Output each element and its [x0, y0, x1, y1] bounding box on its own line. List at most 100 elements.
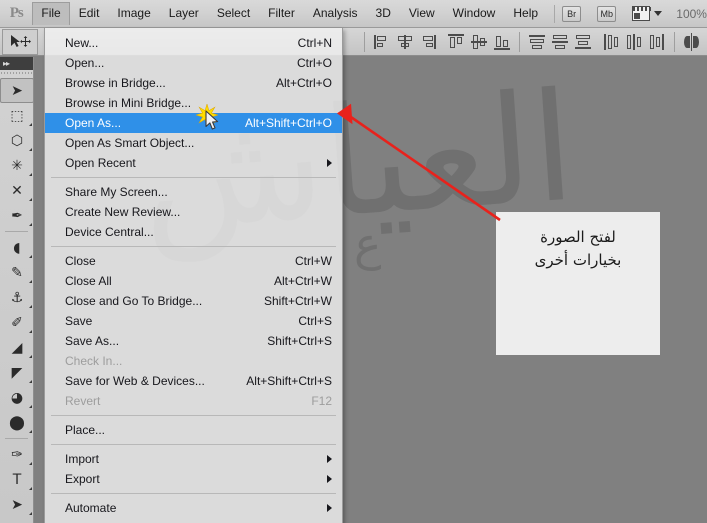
- tool-brush-tool[interactable]: ✎: [0, 260, 34, 285]
- tool-horizontal-type-tool[interactable]: T: [0, 467, 34, 492]
- menubar-item-image[interactable]: Image: [108, 2, 159, 25]
- menu-item-close-all[interactable]: Close All Alt+Ctrl+W: [45, 271, 342, 291]
- menubar-item-window[interactable]: Window: [444, 2, 505, 25]
- options-divider-1: [364, 31, 365, 52]
- tool-gradient-tool[interactable]: ◤: [0, 360, 34, 385]
- spot-healing-brush-icon: ◖: [13, 239, 21, 256]
- file-menu-dropdown[interactable]: New... Ctrl+N Open... Ctrl+O Browse in Bridg…: [44, 28, 343, 523]
- menu-item-open-as[interactable]: Open As... Alt+Shift+Ctrl+O: [45, 113, 342, 133]
- menu-item-share-my-screen[interactable]: Share My Screen...: [45, 182, 342, 202]
- menu-item-open-recent[interactable]: Open Recent: [45, 153, 342, 173]
- distribute-horizontal-centers-icon[interactable]: [625, 33, 643, 51]
- align-right-edges-icon[interactable]: [419, 33, 437, 51]
- submenu-arrow-icon: [327, 455, 332, 463]
- align-left-edges-icon[interactable]: [373, 33, 391, 51]
- menu-item-save-as[interactable]: Save As... Shift+Ctrl+S: [45, 331, 342, 351]
- menubar-item-analysis[interactable]: Analysis: [304, 2, 367, 25]
- menu-item-shortcut: Alt+Shift+Ctrl+O: [244, 116, 332, 130]
- menubar-item-edit[interactable]: Edit: [70, 2, 109, 25]
- menubar-item-layer[interactable]: Layer: [160, 2, 208, 25]
- menu-item-close-and-go-to-bridge[interactable]: Close and Go To Bridge... Shift+Ctrl+W: [45, 291, 342, 311]
- distribute-right-edges-icon[interactable]: [648, 33, 666, 51]
- menu-item-check-in[interactable]: Check In...: [45, 351, 342, 371]
- menu-item-export[interactable]: Export: [45, 469, 342, 489]
- submenu-arrow-icon: [327, 159, 332, 167]
- tool-crop-tool[interactable]: ✕: [0, 178, 34, 203]
- crop-tool-icon: ✕: [11, 182, 23, 199]
- tool-separator: [5, 231, 28, 232]
- menu-item-revert[interactable]: Revert F12: [45, 391, 342, 411]
- tool-dodge-tool[interactable]: ⬤: [0, 410, 34, 435]
- menubar-item-3d[interactable]: 3D: [367, 2, 400, 25]
- launch-bridge-button[interactable]: Br: [562, 5, 582, 22]
- menu-item-open-as-smart-object[interactable]: Open As Smart Object...: [45, 133, 342, 153]
- menu-item-device-central[interactable]: Device Central...: [45, 222, 342, 242]
- distribute-left-edges-icon[interactable]: [602, 33, 620, 51]
- tool-eraser-tool[interactable]: ◢: [0, 335, 34, 360]
- align-horizontal-centers-icon[interactable]: [396, 33, 414, 51]
- zoom-level-label: 100%: [676, 6, 707, 21]
- menubar-item-view[interactable]: View: [400, 2, 444, 25]
- menubar-item-file[interactable]: File: [32, 2, 70, 25]
- workspace-switcher[interactable]: [632, 6, 663, 21]
- tool-flyout-indicator-icon: [29, 512, 32, 515]
- tool-pen-tool[interactable]: ✑: [0, 442, 34, 467]
- tool-blur-tool[interactable]: ◕: [0, 385, 34, 410]
- menu-item-label: Close: [65, 254, 96, 268]
- align-top-edges-icon[interactable]: [447, 33, 465, 51]
- watermark-subtext: ع: [354, 217, 382, 271]
- menu-item-save[interactable]: Save Ctrl+S: [45, 311, 342, 331]
- pen-tool-icon: ✑: [11, 446, 23, 463]
- menu-item-label: Close All: [65, 274, 112, 288]
- launch-mini-bridge-button[interactable]: Mb: [597, 5, 617, 22]
- chevron-down-icon[interactable]: [654, 11, 663, 16]
- menu-item-browse-in-mini-bridge[interactable]: Browse in Mini Bridge...: [45, 93, 342, 113]
- menu-item-close[interactable]: Close Ctrl+W: [45, 251, 342, 271]
- photoshop-window: العياش ع Ps File Edit Image Layer Select Filt…: [0, 0, 707, 523]
- menu-item-browse-in-bridge[interactable]: Browse in Bridge... Alt+Ctrl+O: [45, 73, 342, 93]
- active-tool-preset-icon[interactable]: [2, 28, 38, 55]
- menubar-item-select[interactable]: Select: [208, 2, 259, 25]
- menu-item-place[interactable]: Place...: [45, 420, 342, 440]
- menu-item-new[interactable]: New... Ctrl+N: [45, 33, 342, 53]
- toolbox-drag-dots[interactable]: [0, 70, 33, 78]
- menu-item-open[interactable]: Open... Ctrl+O: [45, 53, 342, 73]
- tool-flyout-indicator-icon: [29, 173, 32, 176]
- file-menu-items: New... Ctrl+N Open... Ctrl+O Browse in Bridg…: [45, 33, 342, 523]
- menu-item-label: Browse in Bridge...: [65, 76, 166, 90]
- menu-item-scripts[interactable]: Scripts: [45, 518, 342, 523]
- distribute-vertical-centers-icon[interactable]: [551, 33, 569, 51]
- menu-separator: [51, 493, 336, 494]
- submenu-arrow-icon: [327, 475, 332, 483]
- tool-flyout-indicator-icon: [29, 330, 32, 333]
- move-tool-icon: ➤: [11, 82, 23, 99]
- menu-item-save-for-web-devices[interactable]: Save for Web & Devices... Alt+Shift+Ctrl+…: [45, 371, 342, 391]
- menu-item-import[interactable]: Import: [45, 449, 342, 469]
- tool-eyedropper-tool[interactable]: ✒: [0, 203, 34, 228]
- tool-path-selection-tool[interactable]: ➤: [0, 492, 34, 517]
- align-vertical-centers-icon[interactable]: [470, 33, 488, 51]
- menu-item-label: Save: [65, 314, 93, 328]
- menubar-item-filter[interactable]: Filter: [259, 2, 304, 25]
- tool-rectangle-tool[interactable]: ■: [0, 517, 34, 523]
- menu-item-label: Open...: [65, 56, 105, 70]
- distribute-bottom-edges-icon[interactable]: [574, 33, 592, 51]
- distribute-top-edges-icon[interactable]: [528, 33, 546, 51]
- menu-item-automate[interactable]: Automate: [45, 498, 342, 518]
- menubar-item-help[interactable]: Help: [504, 2, 547, 25]
- auto-align-layers-icon[interactable]: [683, 32, 701, 51]
- tool-move-tool[interactable]: ➤: [0, 78, 34, 103]
- toolbox-collapse-handle[interactable]: ▸▸: [0, 57, 33, 70]
- options-divider-3: [674, 31, 675, 52]
- workspace-icon: [632, 6, 652, 21]
- menu-item-shortcut: Ctrl+N: [297, 36, 332, 50]
- tool-history-brush-tool[interactable]: ✐: [0, 310, 34, 335]
- tool-magic-wand-tool[interactable]: ✳: [0, 153, 34, 178]
- align-bottom-edges-icon[interactable]: [493, 33, 511, 51]
- tool-lasso-tool[interactable]: ⬡: [0, 128, 34, 153]
- tool-spot-healing-brush[interactable]: ◖: [0, 235, 34, 260]
- tool-clone-stamp-tool[interactable]: ⚓: [0, 285, 34, 310]
- menu-item-create-new-review[interactable]: Create New Review...: [45, 202, 342, 222]
- tool-rectangular-marquee[interactable]: ⬚: [0, 103, 34, 128]
- path-selection-tool-icon: ➤: [11, 496, 23, 513]
